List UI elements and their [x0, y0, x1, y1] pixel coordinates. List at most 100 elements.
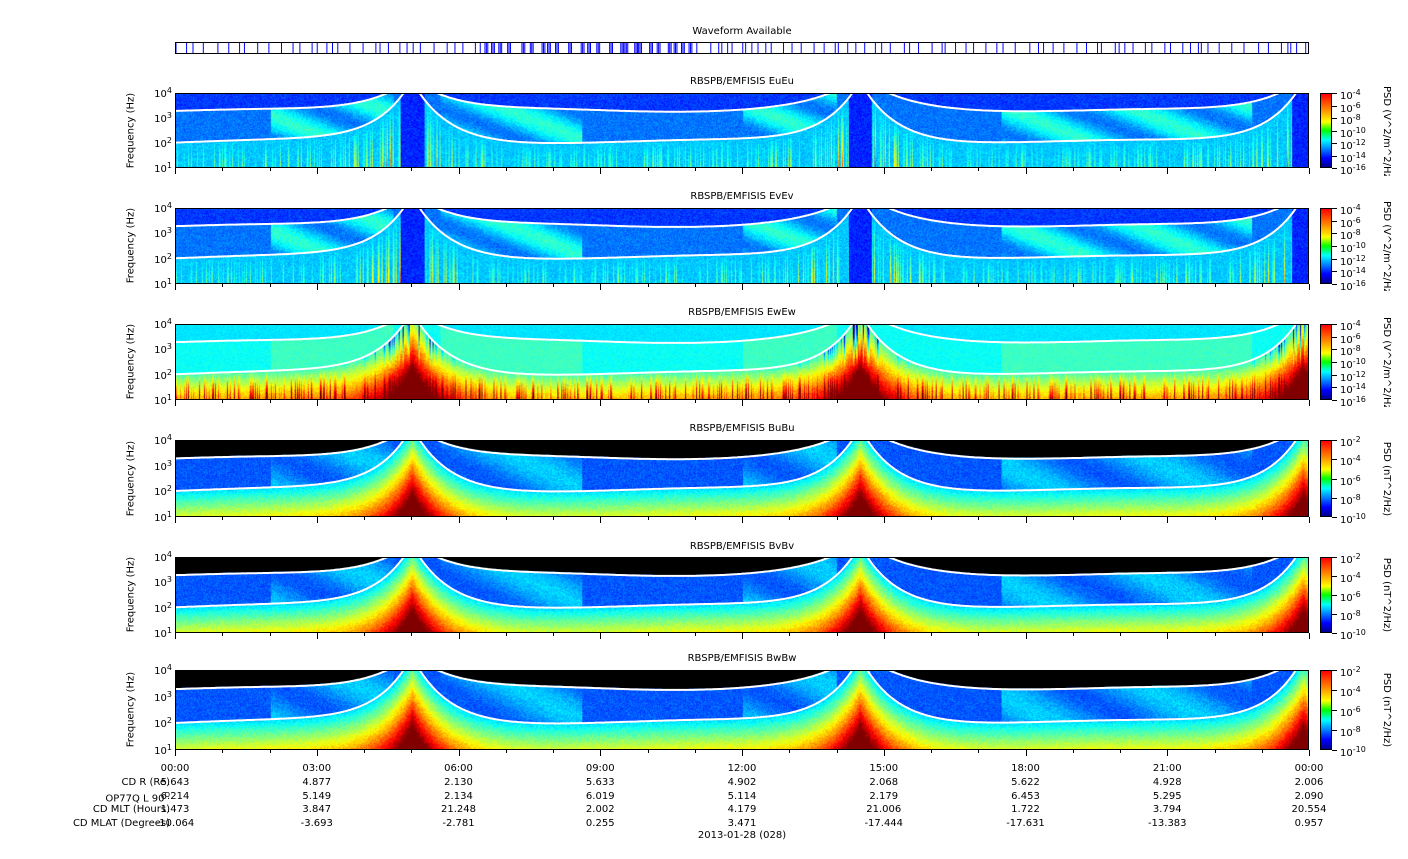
- colorbar-tick-label: 10-4: [1340, 571, 1361, 585]
- colorbar-unit-label: PSD (V^2/m^2/Hz): [1381, 85, 1392, 176]
- x-tick: [600, 750, 602, 756]
- colorbar: [1320, 557, 1332, 633]
- x-tick: [694, 400, 696, 403]
- colorbar-tick-label: 10-16: [1340, 163, 1366, 177]
- colorbar-tick: [1332, 374, 1337, 376]
- x-tick: [316, 400, 318, 406]
- colorbar-tick: [1332, 576, 1337, 577]
- x-tick: [411, 517, 413, 520]
- lower-white-curve: [176, 671, 1308, 723]
- x-tick: [553, 750, 554, 753]
- colorbar-tick: [1332, 730, 1337, 731]
- y-tick-label: 103: [154, 226, 172, 241]
- x-tick: [1214, 284, 1216, 287]
- spectrogram-panel-4: [175, 557, 1309, 633]
- x-tick: [694, 750, 696, 753]
- ephemeris-value: 21.006: [866, 804, 902, 815]
- lower-white-curve: [176, 209, 1308, 259]
- colorbar: [1320, 93, 1332, 168]
- colorbar-tick: [1332, 93, 1337, 94]
- colorbar-unit-label: PSD (V^2/m^2/Hz): [1381, 317, 1392, 407]
- ephemeris-value: 2.134: [444, 790, 473, 802]
- y-tick-label: 101: [154, 626, 172, 640]
- x-tick: [1072, 633, 1074, 636]
- x-tick: [978, 517, 980, 520]
- x-tick: [742, 633, 743, 639]
- x-tick: [789, 168, 791, 171]
- colorbar-tick: [1332, 349, 1337, 351]
- x-tick: [222, 750, 224, 753]
- x-tick: [883, 750, 885, 756]
- colorbar-tick: [1332, 246, 1337, 247]
- y-axis-label: Frequency (Hz): [125, 440, 137, 516]
- x-tick: [316, 284, 318, 290]
- x-tick: [505, 750, 507, 753]
- colorbar-tick: [1332, 220, 1337, 222]
- x-tick: [1167, 168, 1169, 174]
- lower-white-curve: [176, 94, 1308, 143]
- y-tick-label: 103: [154, 342, 172, 357]
- x-tick: [1309, 750, 1310, 756]
- colorbar-tick: [1332, 336, 1337, 338]
- x-tick: [931, 517, 932, 520]
- colorbar-tick: [1332, 362, 1337, 363]
- colorbar-tick-label: 10-8: [1340, 492, 1361, 507]
- colorbar-tick-label: 10-8: [1340, 609, 1361, 623]
- ephemeris-value: 5.643: [160, 777, 190, 788]
- ephemeris-value: 5.295: [1152, 790, 1182, 802]
- x-tick: [269, 633, 271, 636]
- colorbar-tick: [1332, 750, 1337, 751]
- x-tick: [411, 750, 413, 753]
- x-tick: [789, 400, 791, 403]
- colorbar: [1320, 208, 1332, 284]
- x-tick: [222, 168, 224, 171]
- x-tick: [931, 284, 932, 287]
- x-tick: [931, 633, 932, 636]
- colorbar: [1320, 670, 1332, 750]
- x-tick: [742, 400, 743, 406]
- colorbar-tick: [1332, 595, 1337, 596]
- colorbar-tick: [1332, 271, 1337, 273]
- date-label: 2013-01-28 (028): [697, 830, 787, 841]
- x-tick: [742, 168, 743, 174]
- x-tick: [789, 284, 791, 287]
- ephemeris-value: 3.794: [1152, 804, 1182, 815]
- panel-title: RBSPB/EMFISIS BuBu: [689, 423, 795, 434]
- ephemeris-value: 6.214: [160, 790, 190, 802]
- x-tick: [1025, 517, 1027, 523]
- y-axis-label: Frequency (Hz): [125, 323, 137, 400]
- colorbar-tick: [1332, 208, 1337, 209]
- x-tick: [978, 168, 980, 171]
- x-tick: [1072, 284, 1074, 287]
- colorbar-tick: [1332, 710, 1337, 711]
- ephemeris-value: 4.179: [727, 804, 757, 815]
- x-tick: [1214, 750, 1216, 753]
- x-tick-label: 09:00: [585, 763, 615, 774]
- colorbar-tick: [1332, 459, 1337, 461]
- x-tick: [600, 168, 602, 174]
- x-tick: [836, 168, 838, 171]
- colorbar-tick-label: 10-8: [1340, 725, 1361, 739]
- x-tick: [458, 284, 460, 290]
- x-tick: [222, 633, 224, 636]
- x-tick: [978, 750, 980, 753]
- overlay-curves: [176, 441, 1308, 516]
- ephemeris-value: 3.847: [302, 804, 332, 815]
- y-tick-label: 102: [154, 136, 172, 150]
- upper-white-curve: [176, 209, 1308, 227]
- upper-white-curve: [176, 325, 1308, 343]
- x-tick: [364, 284, 365, 287]
- colorbar-tick: [1332, 557, 1337, 558]
- colorbar-tick: [1332, 497, 1337, 499]
- x-tick: [1072, 400, 1074, 403]
- colorbar-tick: [1332, 387, 1337, 389]
- y-tick-label: 103: [154, 575, 172, 590]
- x-tick: [316, 633, 318, 639]
- x-tick: [175, 168, 176, 174]
- colorbar-tick: [1332, 478, 1337, 480]
- ephemeris-value: 2.006: [1294, 777, 1324, 788]
- x-tick: [1261, 750, 1263, 753]
- x-tick: [222, 517, 224, 520]
- x-tick: [269, 400, 271, 403]
- x-tick-label: 15:00: [869, 763, 899, 774]
